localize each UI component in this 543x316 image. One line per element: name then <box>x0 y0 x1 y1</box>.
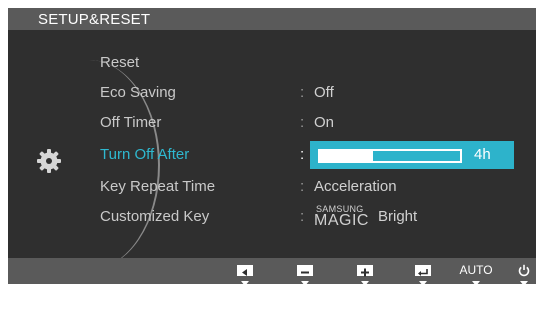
menu-item-label: Reset <box>100 54 140 71</box>
menu-item-label: Eco Saving <box>100 84 176 101</box>
separator: : <box>300 208 305 225</box>
separator: : <box>300 114 305 131</box>
slider-track <box>318 149 462 163</box>
chevron-down-icon <box>419 281 427 286</box>
left-icon <box>237 264 253 276</box>
menu-item-off-timer[interactable]: Off Timer : On <box>100 108 520 138</box>
enter-icon <box>415 264 431 276</box>
turn-off-after-slider[interactable]: 4h <box>310 141 514 169</box>
separator: : <box>300 146 305 163</box>
menu-item-value: On <box>314 114 335 131</box>
minus-icon <box>297 264 313 276</box>
plus-icon <box>357 264 373 276</box>
enter-button[interactable] <box>412 263 434 286</box>
separator: : <box>300 84 305 101</box>
separator: : <box>300 178 305 195</box>
menu-item-reset[interactable]: Reset <box>100 48 520 78</box>
menu-item-label: Customized Key <box>100 208 210 225</box>
title-bar: SETUP&RESET <box>8 8 536 30</box>
menu-item-label: Off Timer <box>100 114 162 131</box>
samsung-magic-logo: SAMSUNG MAGIC <box>314 202 378 232</box>
menu-item-label: Key Repeat Time <box>100 178 216 195</box>
plus-button[interactable] <box>354 263 376 286</box>
menu-item-label: Turn Off After <box>100 146 190 163</box>
chevron-down-icon <box>301 281 309 286</box>
gear-icon <box>36 148 62 174</box>
power-icon <box>518 264 530 276</box>
menu-item-turn-off-after[interactable]: Turn Off After : 4h <box>100 140 520 170</box>
menu-item-value: SAMSUNG MAGIC Bright <box>314 202 417 232</box>
osd-panel: SETUP&RESET Reset Eco Saving : Off Off T… <box>8 8 536 286</box>
menu-item-value: Off <box>314 84 334 101</box>
menu-item-value: Acceleration <box>314 178 397 195</box>
slider-fill <box>320 151 374 161</box>
chevron-down-icon <box>241 281 249 286</box>
menu-item-eco-saving[interactable]: Eco Saving : Off <box>100 78 520 108</box>
menu-title: SETUP&RESET <box>38 11 151 28</box>
chevron-down-icon <box>520 281 528 286</box>
magic-text: MAGIC <box>314 212 369 229</box>
chevron-down-icon <box>361 281 369 286</box>
auto-label: AUTO <box>459 263 493 277</box>
power-button[interactable] <box>514 263 534 286</box>
minus-button[interactable] <box>294 263 316 286</box>
chevron-down-icon <box>472 281 480 286</box>
auto-button[interactable]: AUTO <box>456 263 496 286</box>
menu-item-customized-key[interactable]: Customized Key : SAMSUNG MAGIC Bright <box>100 202 520 232</box>
menu-item-key-repeat-time[interactable]: Key Repeat Time : Acceleration <box>100 172 520 202</box>
button-guide-bar: AUTO <box>8 258 536 286</box>
slider-value: 4h <box>474 146 491 163</box>
bright-text: Bright <box>378 208 418 225</box>
left-button[interactable] <box>234 263 256 286</box>
